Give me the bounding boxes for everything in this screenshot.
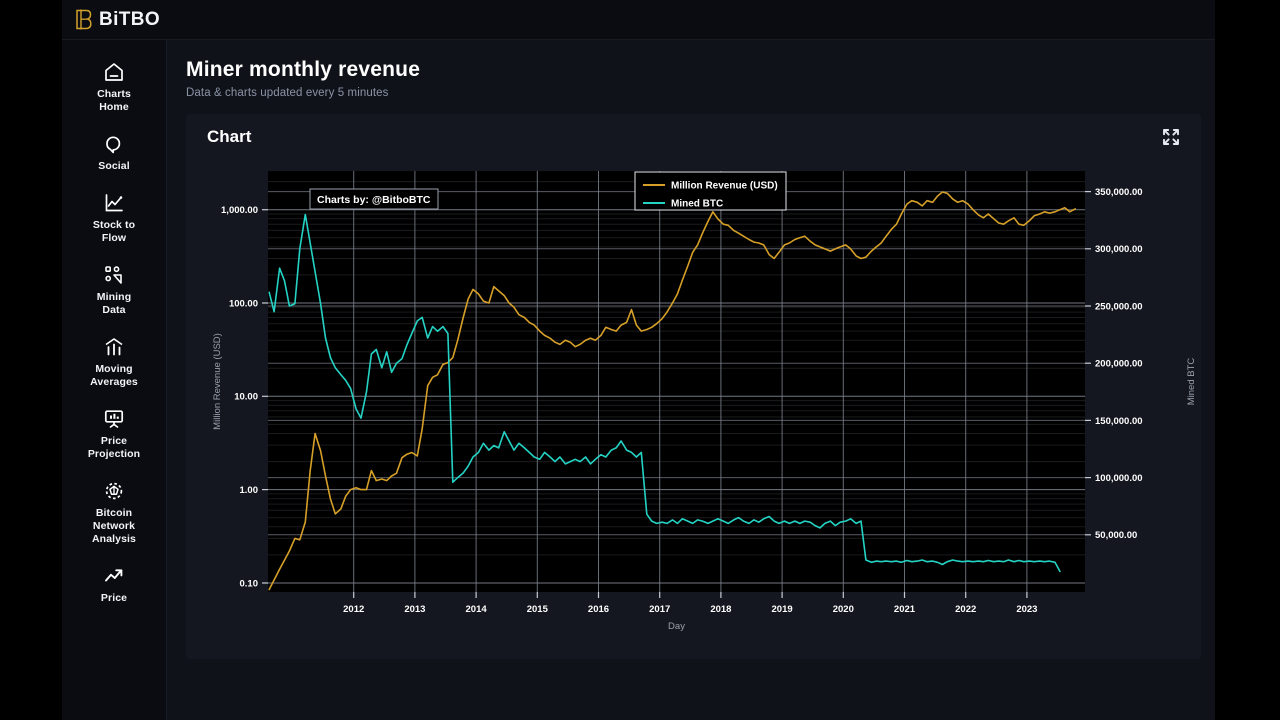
sidebar-item-price-projection[interactable]: Price Projection [62,399,166,471]
sidebar-item-label: Price [100,592,128,604]
sidebar-item-label: Stock to Flow [92,219,136,244]
home-icon [105,63,123,81]
sidebar-item-label: Mining Data [96,291,132,316]
sidebar-item-mining-data[interactable]: Mining Data [62,255,166,327]
svg-text:0.10: 0.10 [240,578,259,589]
svg-text:Day: Day [668,621,685,632]
svg-text:Million Revenue (USD): Million Revenue (USD) [212,333,223,430]
svg-text:2021: 2021 [894,604,916,615]
sidebar-item-charts-home[interactable]: Charts Home [62,52,166,124]
page-subtitle: Data & charts updated every 5 minutes [186,87,389,99]
sidebar-item-social[interactable]: Social [62,124,166,183]
chart-watermark: Charts by: @BitboBTC [309,188,439,210]
chart-plot-area[interactable]: 0.10 1.00 10.00 100.00 1,000.00 50,000.00 100,… [198,159,1201,647]
trend-up-icon [105,569,123,582]
sidebar-item-label: Charts Home [97,88,131,113]
svg-text:2012: 2012 [343,604,364,615]
svg-text:2019: 2019 [772,604,793,615]
svg-text:150,000.00: 150,000.00 [1095,416,1143,427]
sidebar-nav: Charts Home Social Stock to Flow Mining Data Mo… [62,40,167,720]
bitbo-logo[interactable]: BiTBO [75,9,160,31]
bitbo-logo-text: BiTBO [99,8,161,30]
sidebar-item-stock-to-flow[interactable]: Stock to Flow [62,183,166,255]
svg-text:2022: 2022 [955,604,976,615]
network-icon [105,482,123,500]
sidebar-item-label: Moving Averages [90,363,138,388]
svg-text:200,000.00: 200,000.00 [1095,359,1143,370]
chart-card: Chart 0.10 1.00 10.00 100.00 1,000.00 50,000.… [186,114,1201,659]
svg-text:10.00: 10.00 [234,392,258,403]
top-bar: BiTBO [62,0,1215,40]
svg-text:Mined BTC: Mined BTC [671,199,723,210]
svg-text:Million Revenue (USD): Million Revenue (USD) [671,181,778,192]
screenshot-stage: BiTBO Charts Home Social Stock to Flow Mining… [0,0,1280,720]
chart-card-header: Chart [186,114,1201,159]
sidebar-item-label: Bitcoin Network Analysis [92,507,136,545]
svg-text:2014: 2014 [466,604,488,615]
svg-text:2015: 2015 [527,604,549,615]
line-chart-icon [105,194,123,212]
presentation-icon [104,410,124,428]
svg-text:2013: 2013 [404,604,425,615]
sidebar-item-label: Price Projection [87,435,141,460]
svg-text:2016: 2016 [588,604,609,615]
page-title: Miner monthly revenue [186,58,421,81]
svg-text:100,000.00: 100,000.00 [1095,473,1143,484]
expand-icon[interactable] [1161,127,1181,147]
sidebar-item-label: Social [98,160,130,172]
bitbo-app-window: BiTBO Charts Home Social Stock to Flow Mining… [62,0,1215,720]
svg-text:300,000.00: 300,000.00 [1095,244,1143,255]
chat-bubble-icon [106,136,121,154]
svg-text:Mined BTC: Mined BTC [1186,358,1197,406]
bitbo-logo-icon [76,9,92,30]
svg-text:50,000.00: 50,000.00 [1095,530,1137,541]
svg-text:350,000.00: 350,000.00 [1095,187,1143,198]
svg-text:2017: 2017 [649,604,670,615]
bar-chart-icon [105,338,123,356]
svg-text:100.00: 100.00 [229,298,258,309]
sidebar-item-bitcoin-network-analysis[interactable]: Bitcoin Network Analysis [62,471,166,556]
mining-nodes-icon [105,266,122,284]
sidebar-item-moving-averages[interactable]: Moving Averages [62,327,166,399]
main-content: Miner monthly revenue Data & charts upda… [167,40,1215,720]
svg-text:Charts by: @BitboBTC: Charts by: @BitboBTC [317,194,431,206]
svg-text:2020: 2020 [833,604,854,615]
sidebar-item-price[interactable]: Price [62,556,166,615]
svg-text:250,000.00: 250,000.00 [1095,301,1143,312]
svg-text:1,000.00: 1,000.00 [221,205,258,216]
chart-card-title: Chart [207,126,252,146]
svg-text:2018: 2018 [710,604,731,615]
svg-text:1.00: 1.00 [240,485,259,496]
app-body: Charts Home Social Stock to Flow Mining Data Mo… [62,40,1215,720]
chart-legend: Million Revenue (USD) Mined BTC [634,171,787,211]
svg-text:2023: 2023 [1016,604,1037,615]
